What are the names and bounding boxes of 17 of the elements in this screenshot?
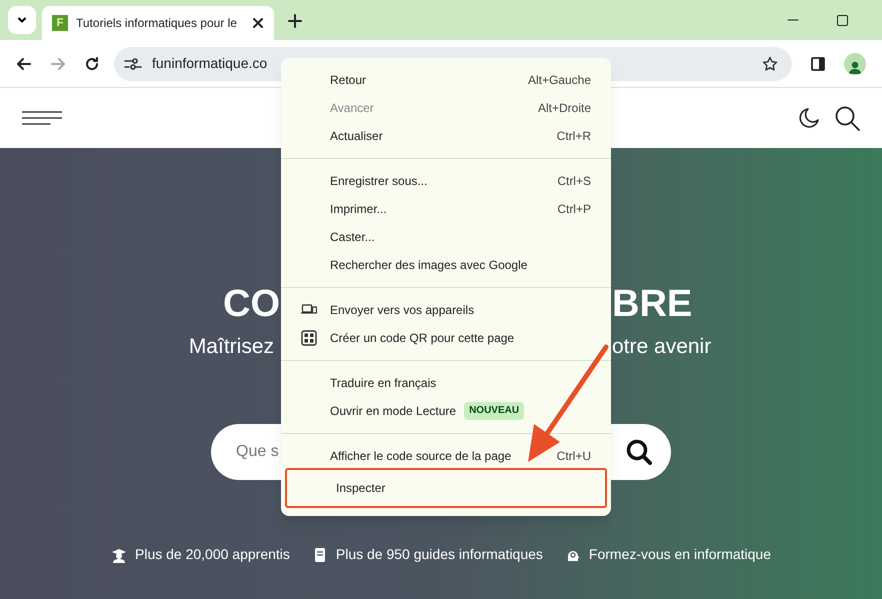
shortcut-text: Ctrl+P	[557, 201, 591, 218]
hero-subtitle: otre avenir	[612, 334, 712, 360]
shortcut-text: Alt+Droite	[538, 100, 591, 117]
url-text: funinformatique.co	[152, 54, 268, 73]
hero-subtitle: Maîtrisez	[188, 334, 274, 360]
shortcut-text: Ctrl+U	[556, 448, 591, 465]
shortcut-text: Ctrl+S	[557, 173, 591, 190]
shortcut-text: Ctrl+R	[556, 128, 591, 145]
new-badge: NOUVEAU	[464, 402, 524, 420]
hero-heading: CO	[223, 282, 280, 326]
stat-text: Formez-vous en informatique	[588, 545, 771, 564]
hero-heading: BRE	[612, 282, 692, 326]
shortcut-text: Alt+Gauche	[528, 72, 591, 89]
tab-title: Tutoriels informatiques pour le	[76, 15, 238, 32]
stat-text: Plus de 20,000 apprentis	[135, 545, 290, 564]
favicon: F	[52, 15, 68, 31]
stat-text: Plus de 950 guides informatiques	[336, 545, 543, 564]
